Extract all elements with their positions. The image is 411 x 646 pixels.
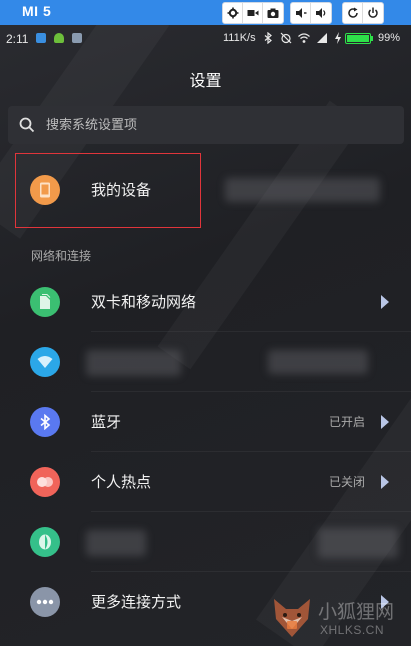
phone-screen: 2:11 111K/s 99% 设置 我的设备 网络和连接 双卡和移动网络: [0, 25, 411, 646]
notification-app-icon: [72, 33, 82, 43]
volume-up-icon[interactable]: [311, 3, 331, 23]
emulator-volume-group: [290, 2, 332, 24]
status-time: 2:11: [6, 32, 29, 46]
chevron-right-icon: [381, 415, 389, 429]
sim-icon: [30, 287, 60, 317]
network-speed: 111K/s: [223, 32, 256, 44]
settings-item-bluetooth[interactable]: 蓝牙 已开启: [0, 392, 411, 452]
item-label: 蓝牙: [91, 413, 122, 431]
camera-icon[interactable]: [263, 3, 283, 23]
watermark: 小狐狸网 XHLKS.CN: [270, 595, 410, 645]
redacted-wifi-value: [268, 350, 368, 374]
bluetooth-status-icon: [264, 32, 272, 44]
power-icon[interactable]: [363, 3, 383, 23]
battery-indicator: [345, 33, 371, 44]
redacted-item-value: [318, 528, 398, 558]
search-icon: [19, 117, 35, 133]
fox-logo-icon: [274, 599, 310, 637]
rotate-icon[interactable]: [343, 3, 363, 23]
status-bar: 2:11 111K/s 99%: [0, 25, 411, 51]
item-label: 个人热点: [91, 473, 152, 491]
redacted-wifi-label: [86, 350, 181, 376]
redacted-device-name: [225, 178, 380, 202]
battery-percent: 99%: [378, 32, 401, 44]
highlight-box: [15, 153, 201, 228]
notification-app-icon: [36, 33, 46, 43]
page-title: 设置: [189, 71, 222, 90]
vpn-icon: [30, 527, 60, 557]
wifi-status-icon: [298, 33, 310, 43]
volume-down-icon[interactable]: [291, 3, 311, 23]
item-value: 已关闭: [328, 475, 365, 489]
gear-icon[interactable]: [223, 3, 243, 23]
settings-item-dual-sim[interactable]: 双卡和移动网络: [0, 272, 411, 332]
alarm-off-icon: [280, 32, 292, 44]
device-name: MI 5: [22, 3, 52, 19]
item-label: 双卡和移动网络: [91, 293, 197, 311]
section-title: 网络和连接: [31, 249, 92, 263]
emulator-system-group: [342, 2, 384, 24]
search-bar[interactable]: [8, 106, 404, 144]
settings-item-vpn[interactable]: [0, 512, 411, 572]
bluetooth-icon: [30, 407, 60, 437]
wifi-icon: [30, 347, 60, 377]
settings-item-hotspot[interactable]: 个人热点 已关闭: [0, 452, 411, 512]
chevron-right-icon: [381, 295, 389, 309]
hotspot-icon: [30, 467, 60, 497]
battery-tip: [371, 36, 373, 41]
more-icon: [30, 587, 60, 617]
watermark-text: 小狐狸网: [318, 601, 395, 623]
camera-video-icon[interactable]: [243, 3, 263, 23]
search-input[interactable]: [46, 106, 386, 144]
emulator-toolbar: MI 5: [0, 0, 411, 25]
signal-icon: [317, 33, 327, 43]
watermark-sub: XHLKS.CN: [320, 623, 385, 637]
redacted-item-label: [86, 530, 146, 556]
charging-icon: [335, 32, 341, 44]
chevron-right-icon: [381, 475, 389, 489]
settings-item-wifi[interactable]: [0, 332, 411, 392]
emulator-tools-group: [222, 2, 284, 24]
item-label: 更多连接方式: [91, 593, 182, 611]
android-icon: [54, 33, 64, 43]
item-value: 已开启: [328, 415, 365, 429]
